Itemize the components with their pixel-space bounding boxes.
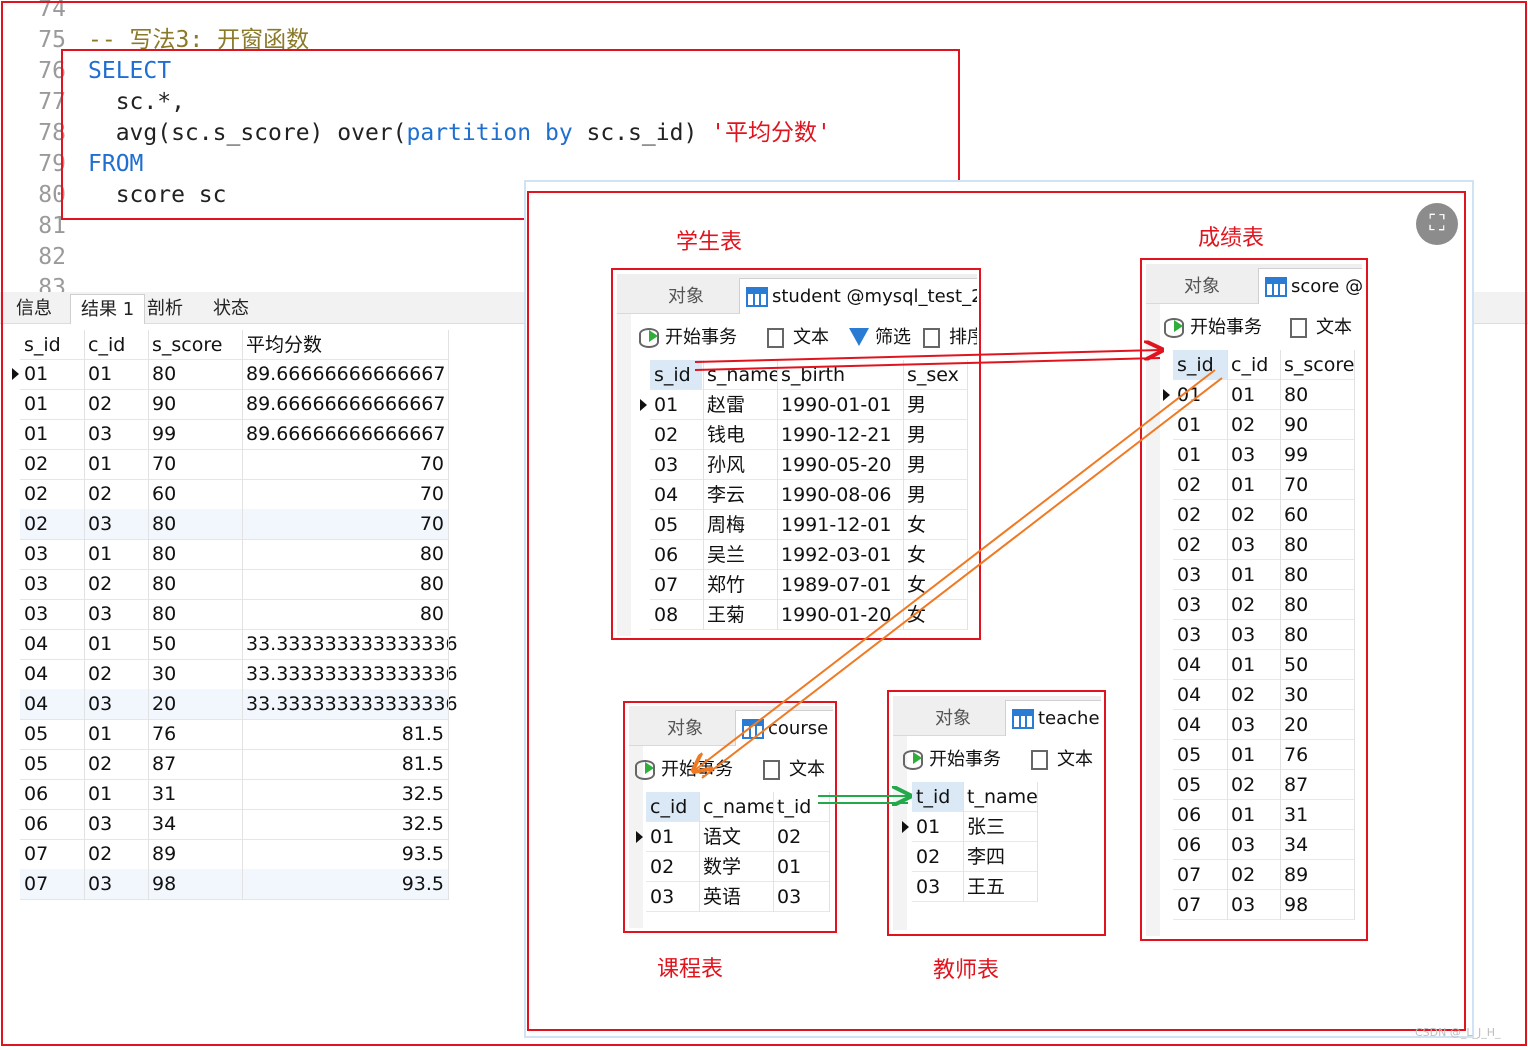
screenshot-root: 74 75 -- 写法3: 开窗函数 76 SELECT 77 sc.*, 78 avg(s… [0,0,1528,1050]
watermark: CSDN @_L_J_H_ [1415,1026,1501,1039]
outer-red-frame [1,1,1527,1046]
